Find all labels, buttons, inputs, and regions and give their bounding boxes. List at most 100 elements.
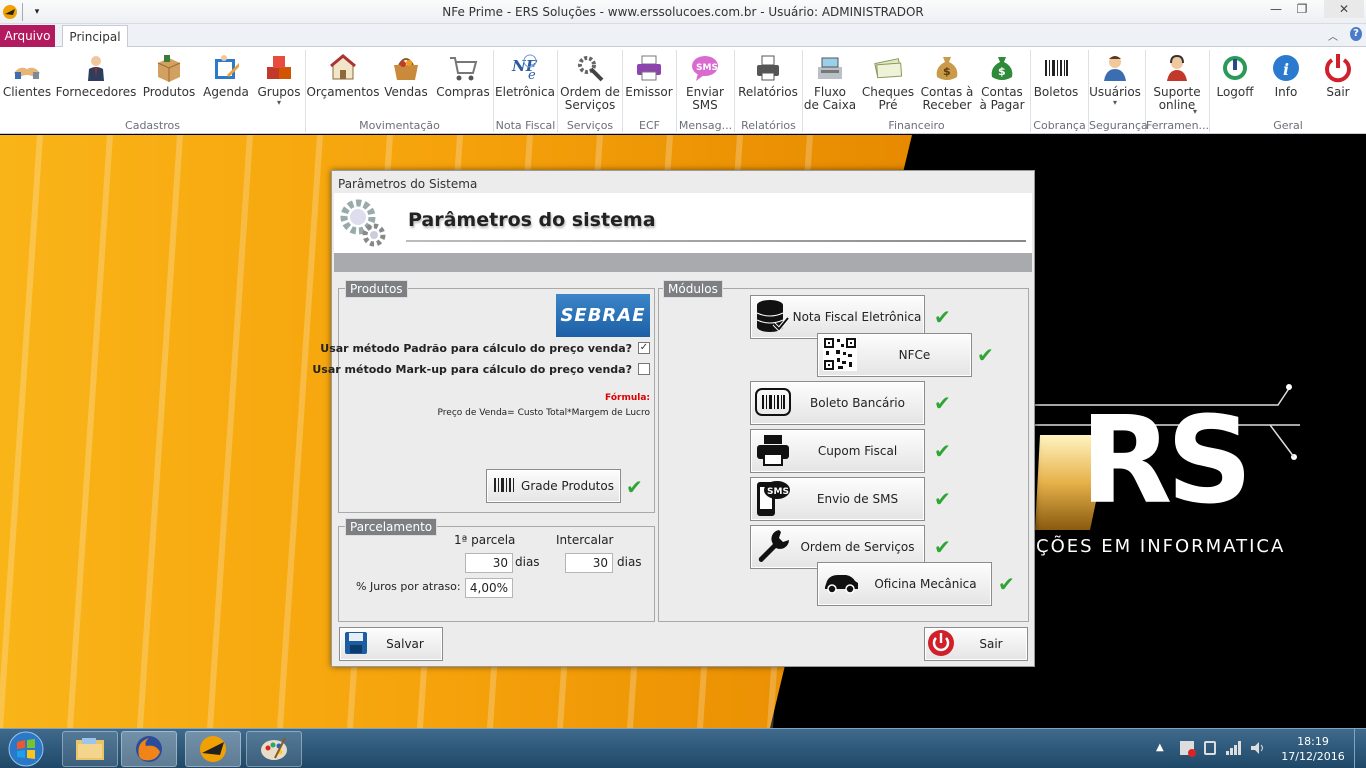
- paint-taskbar-icon[interactable]: [246, 731, 302, 767]
- dropdown-arrow-icon: ▾: [1112, 98, 1117, 107]
- usb-device-icon[interactable]: [1204, 741, 1216, 755]
- ribbon-label: Sair: [1326, 85, 1350, 99]
- ribbon-label: Fornecedores: [55, 85, 137, 99]
- check-icon: ✔: [934, 305, 951, 329]
- module-label: NFCe: [898, 348, 931, 362]
- dialog-header: Parâmetros do sistema: [334, 193, 1032, 253]
- tab-principal[interactable]: Principal: [62, 25, 128, 48]
- svg-text:$: $: [943, 65, 951, 78]
- app-logo-icon[interactable]: [2, 3, 18, 21]
- ribbon-button-grupos[interactable]: Grupos ▾: [256, 50, 302, 107]
- clock[interactable]: 18:19 17/12/2016: [1276, 734, 1350, 764]
- tray-expand-icon[interactable]: ▲: [1156, 742, 1164, 753]
- produtos-group: Produtos SEBRAE Usar método Padrão para …: [312, 280, 655, 513]
- ribbon: Clientes Fornecedores Produtos Agenda Gr…: [0, 47, 1366, 134]
- close-button[interactable]: ✕: [1324, 0, 1364, 18]
- opt-markup-checkbox[interactable]: [638, 363, 650, 375]
- module-nfce-button[interactable]: NFCe: [817, 333, 972, 377]
- floppy-disk-icon: [344, 631, 368, 658]
- minimize-button[interactable]: —: [1262, 0, 1290, 18]
- nfe-prime-taskbar-icon[interactable]: [185, 731, 241, 767]
- opt-padrao-checkbox[interactable]: ✓: [638, 342, 650, 354]
- printer-icon: [755, 432, 791, 471]
- help-icon[interactable]: ?: [1350, 27, 1362, 41]
- save-label: Salvar: [386, 637, 424, 651]
- cash-flow-icon: [813, 50, 847, 86]
- ribbon-button-contas-pagar[interactable]: $ Contas à Pagar: [978, 50, 1026, 112]
- module-cupom-fiscal-button[interactable]: Cupom Fiscal: [750, 429, 925, 473]
- ribbon-button-eletronica[interactable]: NF e Eletrônica: [495, 50, 555, 99]
- save-button[interactable]: Salvar: [339, 627, 443, 661]
- days-label: dias: [617, 555, 642, 569]
- ribbon-button-contas-receber[interactable]: $ Contas à Receber: [920, 50, 974, 112]
- tab-arquivo[interactable]: Arquivo: [0, 25, 55, 47]
- firefox-taskbar-icon[interactable]: [121, 731, 177, 767]
- supplier-icon: [79, 50, 113, 86]
- ribbon-button-boletos[interactable]: Boletos: [1033, 50, 1079, 99]
- background-tagline: ÇÕES EM INFORMATICA: [1036, 536, 1286, 557]
- module-boleto-bancario-button[interactable]: Boleto Bancário: [750, 381, 925, 425]
- budget-icon: [326, 50, 360, 86]
- grade-produtos-button[interactable]: Grade Produtos: [486, 469, 621, 503]
- maximize-button[interactable]: ❐: [1288, 0, 1316, 18]
- ribbon-button-produtos[interactable]: Produtos: [142, 50, 196, 99]
- taskbar: ▲ 18:19 17/12/2016: [0, 728, 1366, 768]
- ribbon-button-emissor[interactable]: Emissor: [625, 50, 673, 99]
- parameters-dialog: Parâmetros do Sistema Parâmetros do sist…: [312, 170, 1035, 667]
- clock-time: 18:19: [1297, 735, 1329, 748]
- ribbon-button-info[interactable]: i Info: [1264, 50, 1308, 99]
- interest-label: % Juros por atraso:: [356, 580, 461, 593]
- action-center-icon[interactable]: [1180, 741, 1196, 757]
- ribbon-button-suporte-online[interactable]: Suporte online ▾: [1149, 50, 1205, 116]
- ribbon-button-agenda[interactable]: Agenda: [203, 50, 249, 99]
- ribbon-label: Info: [1274, 85, 1298, 99]
- ribbon-button-orcamentos[interactable]: Orçamentos: [306, 50, 380, 99]
- ribbon-label: Eletrônica: [495, 85, 555, 99]
- ribbon-button-ordem-servicos[interactable]: Ordem de Serviços: [560, 50, 620, 112]
- qr-code-icon: [822, 336, 858, 375]
- ribbon-button-fluxo-caixa[interactable]: Fluxo de Caixa: [804, 50, 856, 112]
- ribbon-button-clientes[interactable]: Clientes: [3, 50, 51, 99]
- collapse-ribbon-icon[interactable]: ︿: [1328, 28, 1338, 43]
- barcode-icon: [493, 477, 515, 496]
- ribbon-button-cheques-pre[interactable]: Cheques Pré: [860, 50, 916, 112]
- title-bar: NFe Prime - ERS Soluções - www.erssoluco…: [0, 0, 1366, 24]
- ribbon-button-logoff[interactable]: Logoff: [1212, 50, 1258, 99]
- ribbon-button-vendas[interactable]: Vendas: [382, 50, 430, 99]
- explorer-taskbar-icon[interactable]: [62, 731, 118, 767]
- check-icon: ✔: [934, 439, 951, 463]
- interest-input[interactable]: 4,00%: [465, 578, 513, 598]
- ribbon-button-relatorios[interactable]: Relatórios: [737, 50, 799, 99]
- clients-icon: [10, 50, 44, 86]
- first-installment-input[interactable]: 30: [465, 553, 513, 573]
- ribbon-label: Enviar SMS: [686, 85, 724, 112]
- wrench-icon: [755, 528, 791, 567]
- group-label-financeiro: Financeiro: [888, 119, 945, 132]
- barcode-icon: [755, 387, 791, 420]
- module-envio-sms-button[interactable]: SMS Envio de SMS: [750, 477, 925, 521]
- interval-input[interactable]: 30: [565, 553, 613, 573]
- ribbon-button-compras[interactable]: Compras: [436, 50, 490, 99]
- svg-text:SMS: SMS: [767, 487, 789, 497]
- ribbon-label: Ordem de Serviços: [560, 85, 620, 112]
- exit-button[interactable]: Sair: [924, 627, 1028, 661]
- service-tools-icon: [573, 50, 607, 86]
- grade-produtos-label: Grade Produtos: [521, 479, 614, 493]
- quick-access-dropdown-icon[interactable]: ▾: [30, 3, 44, 21]
- printer-icon: [632, 50, 666, 86]
- ribbon-button-sair[interactable]: Sair: [1316, 50, 1360, 99]
- dialog-header-title: Parâmetros do sistema: [408, 209, 656, 231]
- ribbon-button-fornecedores[interactable]: Fornecedores: [55, 50, 137, 99]
- sales-basket-icon: [389, 50, 423, 86]
- check-icon: ✔: [626, 475, 643, 499]
- show-desktop-button[interactable]: [1354, 729, 1366, 768]
- shopping-cart-icon: [446, 50, 480, 86]
- produtos-legend: Produtos: [345, 280, 408, 298]
- module-oficina-mecanica-button[interactable]: Oficina Mecânica: [817, 562, 992, 606]
- ribbon-button-enviar-sms[interactable]: SMS Enviar SMS: [679, 50, 731, 112]
- ribbon-button-usuarios[interactable]: Usuários ▾: [1089, 50, 1141, 107]
- volume-icon[interactable]: [1250, 741, 1266, 758]
- group-label-mensagens: Mensag...: [678, 119, 733, 132]
- start-button[interactable]: [4, 730, 48, 768]
- network-signal-icon[interactable]: [1226, 741, 1242, 758]
